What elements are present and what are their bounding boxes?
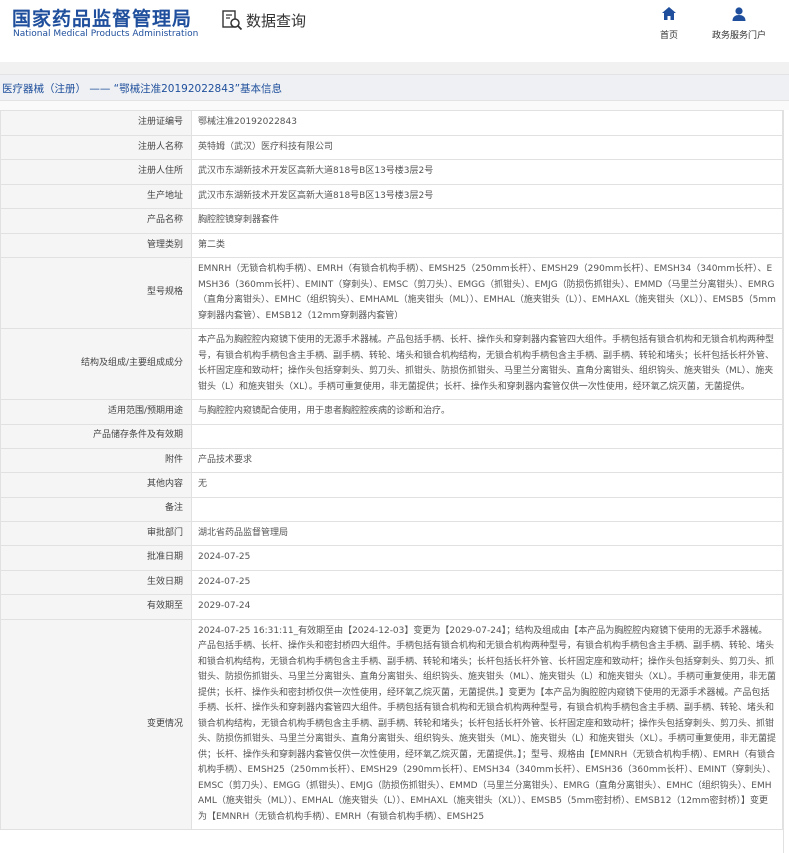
table-row: 批准日期 2024-07-25 [0, 545, 783, 571]
field-value: 2024-07-25 [191, 545, 783, 571]
table-row: 产品名称 胸腔腔镜穿刺器套件 [0, 208, 783, 234]
field-value [191, 496, 783, 522]
table-row: 注册证编号 鄂械注准20192022843 [0, 110, 783, 136]
table-row: 其他内容无 [0, 472, 783, 498]
field-value: 第二类 [191, 232, 783, 258]
table-row: 适用范围/预期用途 与胸腔腔内窥镜配合使用，用于患者胸腔腔疾病的诊断和治疗。 [0, 399, 783, 425]
field-label: 附件 [0, 447, 192, 473]
table-row: 审批部门 湖北省药品监督管理局 [0, 520, 783, 546]
header-divider [0, 62, 789, 74]
field-value: 武汉市东湖新技术开发区高新大道818号B区13号楼3层2号 [191, 159, 783, 185]
field-label: 注册证编号 [0, 110, 192, 136]
field-value: 武汉市东湖新技术开发区高新大道818号B区13号楼3层2号 [191, 183, 783, 209]
field-value: 胸腔腔镜穿刺器套件 [191, 208, 783, 234]
field-value: EMNRH（无锁合机构手柄）、EMRH（有锁合机构手柄）、EMSH25（250m… [191, 257, 783, 329]
field-value: 2029-07-24 [191, 594, 783, 620]
nav-gov-service-label: 政务服务门户 [711, 31, 766, 41]
nav-home-label: 首页 [659, 31, 678, 41]
table-row: 管理类别 第二类 [0, 232, 783, 258]
table-row: 生效日期 2024-07-25 [0, 569, 783, 595]
field-label: 注册人住所 [0, 159, 192, 185]
user-icon [732, 7, 746, 21]
table-row: 生产地址 武汉市东湖新技术开发区高新大道818号B区13号楼3层2号 [0, 183, 783, 209]
field-label: 变更情况 [0, 618, 192, 830]
table-row: 有效期至 2029-07-24 [0, 594, 783, 620]
field-label: 适用范围/预期用途 [0, 399, 192, 425]
table-row: 附件 产品技术要求 [0, 447, 783, 473]
field-value: 湖北省药品监督管理局 [191, 520, 783, 546]
field-value: 产品技术要求 [191, 447, 783, 473]
table-row: 型号规格 EMNRH（无锁合机构手柄）、EMRH（有锁合机构手柄）、EMSH25（… [0, 257, 783, 329]
field-value: 鄂械注准20192022843 [191, 110, 783, 136]
site-logo-subtitle: National Medical Products Administration [13, 29, 199, 39]
nav-home[interactable]: 首页 [655, 5, 683, 41]
data-query-label: 数据查询 [246, 11, 307, 30]
field-label: 结构及组成/主要组成成分 [0, 328, 192, 400]
registration-info-table: 注册证编号 鄂械注准20192022843 注册人名称 英特姆（武汉）医疗科技有限公… [0, 110, 783, 830]
field-label: 生效日期 [0, 569, 192, 595]
data-query-link[interactable]: 数据查询 [221, 9, 306, 31]
right-scroll-gutter [783, 110, 789, 853]
table-row: 结构及组成/主要组成成分 本产品为胸腔腔内窥镜下使用的无源手术器械。产品包括手柄、… [0, 328, 783, 400]
field-label: 有效期至 [0, 594, 192, 620]
field-value: 本产品为胸腔腔内窥镜下使用的无源手术器械。产品包括手柄、长杆、操作头和穿刺器内套… [191, 328, 783, 400]
field-value: 2024-07-25 [191, 569, 783, 595]
field-label: 产品储存条件及有效期 [0, 423, 192, 449]
field-label: 产品名称 [0, 208, 192, 234]
field-label: 备注 [0, 496, 192, 522]
field-value [191, 423, 783, 449]
field-label: 其他内容 [0, 472, 192, 498]
field-label: 审批部门 [0, 520, 192, 546]
site-logo-title[interactable]: 国家药品监督管理局 [12, 4, 192, 31]
site-header: 国家药品监督管理局 National Medical Products Admi… [0, 0, 789, 62]
table-row: 变更情况 2024-07-25 16:31:11_有效期至由【2024-12-03… [0, 618, 783, 830]
table-row: 备注 [0, 496, 783, 522]
record-title-bar: 医疗器械（注册） —— “鄂械注准20192022843”基本信息 [0, 74, 789, 101]
nav-gov-service[interactable]: 政务服务门户 [705, 5, 773, 41]
field-value: 无 [191, 472, 783, 498]
field-value: 2024-07-25 16:31:11_有效期至由【2024-12-03】变更为… [191, 618, 783, 830]
field-label: 注册人名称 [0, 134, 192, 160]
table-row: 注册人住所 武汉市东湖新技术开发区高新大道818号B区13号楼3层2号 [0, 159, 783, 185]
section-gap [0, 101, 789, 110]
table-row: 产品储存条件及有效期 [0, 423, 783, 449]
field-label: 型号规格 [0, 257, 192, 329]
field-label: 批准日期 [0, 545, 192, 571]
field-label: 管理类别 [0, 232, 192, 258]
home-icon [662, 7, 676, 20]
page-title: 医疗器械（注册） —— “鄂械注准20192022843”基本信息 [2, 83, 283, 95]
field-value: 英特姆（武汉）医疗科技有限公司 [191, 134, 783, 160]
field-value: 与胸腔腔内窥镜配合使用，用于患者胸腔腔疾病的诊断和治疗。 [191, 399, 783, 425]
field-label: 生产地址 [0, 183, 192, 209]
document-search-icon [222, 10, 243, 31]
table-row: 注册人名称 英特姆（武汉）医疗科技有限公司 [0, 134, 783, 160]
